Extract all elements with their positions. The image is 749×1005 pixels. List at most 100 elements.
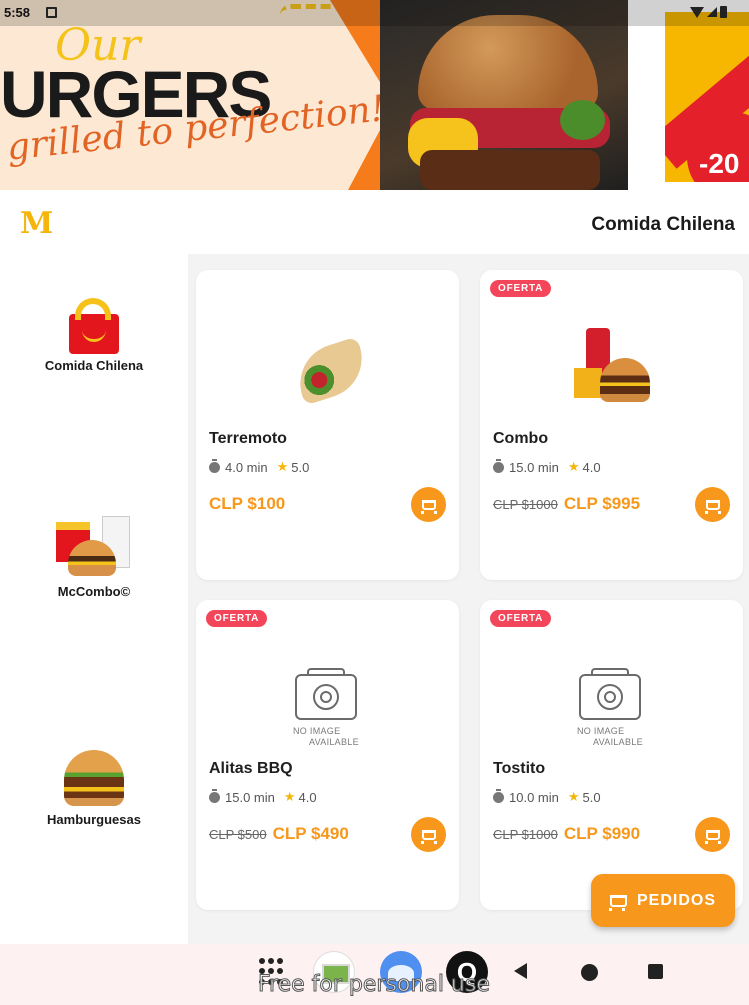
battery-icon	[720, 6, 727, 18]
combo-food-image	[574, 328, 654, 414]
price: CLP $995	[563, 494, 641, 513]
side-ad-discount: -20	[699, 148, 740, 179]
notification-icon	[46, 7, 57, 18]
product-meta: 15.0 min ★ 4.0	[209, 788, 317, 805]
prep-time: 15.0 min	[225, 789, 275, 805]
orders-button-label: PEDIDOS	[636, 891, 716, 909]
price-row: CLP $100	[209, 494, 285, 514]
product-card-combo[interactable]: OFERTA Combo 15.0 min ★ 4.0 CLP $1000 CL…	[480, 270, 743, 580]
offer-badge: OFERTA	[490, 280, 552, 297]
app-bar: M Comida Chilena	[0, 190, 749, 254]
cart-icon	[704, 499, 721, 514]
price: CLP $490	[272, 824, 349, 843]
status-time: 5:58	[4, 5, 31, 20]
product-image: NO IMAGE AVAILABLE	[480, 640, 743, 750]
product-meta: 10.0 min ★ 5.0	[493, 788, 601, 805]
price: CLP $100	[209, 494, 286, 513]
product-meta: 4.0 min ★ 5.0	[209, 458, 310, 475]
product-name: Tostito	[493, 760, 546, 777]
cart-icon	[420, 499, 437, 514]
cart-icon	[420, 829, 437, 844]
wifi-icon	[690, 6, 704, 18]
no-image-text: AVAILABLE	[593, 737, 643, 747]
rating: 4.0	[298, 789, 317, 805]
price-row: CLP $1000 CLP $995	[493, 494, 640, 514]
offer-badge: OFERTA	[490, 610, 552, 627]
product-card-tostito[interactable]: OFERTA NO IMAGE AVAILABLE Tostito 10.0 m…	[480, 600, 743, 910]
prep-time: 15.0 min	[509, 459, 559, 475]
status-icons	[690, 6, 727, 18]
happy-meal-icon	[69, 296, 119, 354]
tortilla-shape	[289, 336, 373, 406]
recent-apps-icon[interactable]	[648, 964, 663, 979]
category-label: McCombo©	[57, 584, 131, 599]
burger-bun-top	[418, 15, 598, 110]
home-icon[interactable]	[581, 964, 598, 981]
banner-burger-photo	[380, 0, 628, 190]
product-card-terremoto[interactable]: Terremoto 4.0 min ★ 5.0 CLP $100	[196, 270, 459, 580]
cart-icon	[704, 829, 721, 844]
old-price: CLP $500	[209, 827, 267, 842]
timer-icon	[493, 788, 504, 803]
product-image	[196, 310, 459, 420]
offer-badge: OFERTA	[206, 610, 268, 627]
old-price: CLP $1000	[493, 827, 558, 842]
combo-icon	[54, 512, 134, 578]
prep-time: 10.0 min	[509, 789, 559, 805]
burger-shape	[600, 358, 650, 402]
burger-bun-bottom	[420, 150, 600, 190]
category-comida-chilena[interactable]: Comida Chilena	[0, 296, 188, 373]
burger-lettuce	[560, 100, 605, 140]
category-hamburguesas[interactable]: Hamburguesas	[0, 750, 188, 827]
camera-lens-inner	[604, 691, 616, 703]
price: CLP $990	[563, 824, 641, 843]
orders-button[interactable]: PEDIDOS	[591, 874, 735, 927]
cart-icon	[608, 894, 627, 911]
mcdonalds-logo-icon[interactable]: M	[20, 209, 53, 239]
product-name: Alitas BBQ	[209, 760, 293, 777]
wrap-food-image	[288, 336, 373, 406]
category-label: Comida Chilena	[44, 358, 144, 373]
product-name: Terremoto	[209, 430, 287, 447]
back-icon[interactable]	[514, 963, 527, 979]
status-bar: 5:58	[0, 0, 749, 26]
star-icon: ★	[567, 789, 580, 804]
happy-meal-arch	[75, 298, 111, 320]
timer-icon	[209, 458, 220, 473]
burger-icon	[64, 750, 124, 806]
page-title: Comida Chilena	[591, 214, 735, 235]
no-image-placeholder: NO IMAGE AVAILABLE	[293, 664, 373, 754]
rating: 4.0	[582, 459, 601, 475]
add-to-cart-button[interactable]	[411, 817, 446, 852]
category-label: Hamburguesas	[47, 812, 141, 827]
category-mccombo[interactable]: McCombo©	[0, 512, 188, 599]
rating: 5.0	[582, 789, 601, 805]
no-image-text: AVAILABLE	[309, 737, 359, 747]
star-icon: ★	[567, 459, 580, 474]
product-image: NO IMAGE AVAILABLE	[196, 640, 459, 750]
old-price: CLP $1000	[493, 497, 558, 512]
timer-icon	[493, 458, 504, 473]
product-meta: 15.0 min ★ 4.0	[493, 458, 601, 475]
add-to-cart-button[interactable]	[695, 817, 730, 852]
banner-side-ad[interactable]: -20	[665, 12, 749, 182]
star-icon: ★	[283, 789, 296, 804]
timer-icon	[209, 788, 220, 803]
add-to-cart-button[interactable]	[411, 487, 446, 522]
rating: 5.0	[291, 459, 310, 475]
no-image-placeholder: NO IMAGE AVAILABLE	[577, 664, 657, 754]
camera-lens-inner	[320, 691, 332, 703]
product-name: Combo	[493, 430, 549, 447]
add-to-cart-button[interactable]	[695, 487, 730, 522]
no-image-text: NO IMAGE	[293, 726, 341, 736]
banner-main-ad: Our URGERS grilled to perfection!	[0, 0, 628, 190]
prep-time: 4.0 min	[225, 459, 268, 475]
fries-shape	[574, 368, 602, 398]
price-row: CLP $500 CLP $490	[209, 824, 349, 844]
signal-icon	[707, 7, 717, 17]
price-row: CLP $1000 CLP $990	[493, 824, 640, 844]
watermark-text: Free for personal use	[258, 972, 491, 998]
category-sidebar: Comida Chilena McCombo© Hamburguesas	[0, 254, 188, 944]
product-card-alitas-bbq[interactable]: OFERTA NO IMAGE AVAILABLE Alitas BBQ 15.…	[196, 600, 459, 910]
promo-banner[interactable]: Our URGERS grilled to perfection! -20	[0, 0, 749, 190]
